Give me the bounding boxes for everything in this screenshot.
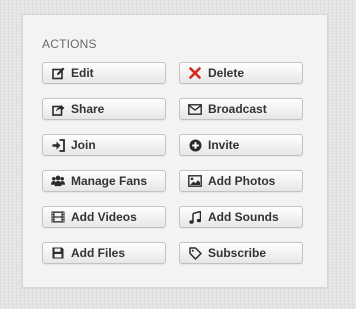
share-button[interactable]: Share [42, 98, 166, 120]
envelope-icon [188, 102, 202, 116]
subscribe-button[interactable]: Subscribe [179, 242, 303, 264]
add-files-button[interactable]: Add Files [42, 242, 166, 264]
broadcast-button[interactable]: Broadcast [179, 98, 303, 120]
add-sounds-button-label: Add Sounds [208, 210, 279, 224]
subscribe-button-label: Subscribe [208, 246, 267, 260]
film-icon [51, 210, 65, 224]
join-button[interactable]: Join [42, 134, 166, 156]
picture-icon [188, 174, 202, 188]
invite-button[interactable]: Invite [179, 134, 303, 156]
add-videos-button-label: Add Videos [71, 210, 137, 224]
actions-title: ACTIONS [42, 37, 97, 51]
delete-button[interactable]: Delete [179, 62, 303, 84]
edit-icon [51, 66, 65, 80]
invite-button-label: Invite [208, 138, 240, 152]
add-photos-button-label: Add Photos [208, 174, 276, 188]
sign-in-icon [51, 138, 65, 152]
add-videos-button[interactable]: Add Videos [42, 206, 166, 228]
broadcast-button-label: Broadcast [208, 102, 267, 116]
close-icon [188, 66, 202, 80]
add-files-button-label: Add Files [71, 246, 126, 260]
plus-circle-icon [188, 138, 202, 152]
save-icon [51, 246, 65, 260]
group-icon [51, 174, 65, 188]
music-icon [188, 210, 202, 224]
edit-button-label: Edit [71, 66, 94, 80]
share-button-label: Share [71, 102, 105, 116]
manage-fans-button[interactable]: Manage Fans [42, 170, 166, 192]
edit-button[interactable]: Edit [42, 62, 166, 84]
delete-button-label: Delete [208, 66, 245, 80]
tag-icon [188, 246, 202, 260]
manage-fans-button-label: Manage Fans [71, 174, 148, 188]
join-button-label: Join [71, 138, 96, 152]
actions-panel: ACTIONS Edit Delete Share Broadcast Join… [22, 14, 328, 288]
add-sounds-button[interactable]: Add Sounds [179, 206, 303, 228]
add-photos-button[interactable]: Add Photos [179, 170, 303, 192]
share-icon [51, 102, 65, 116]
